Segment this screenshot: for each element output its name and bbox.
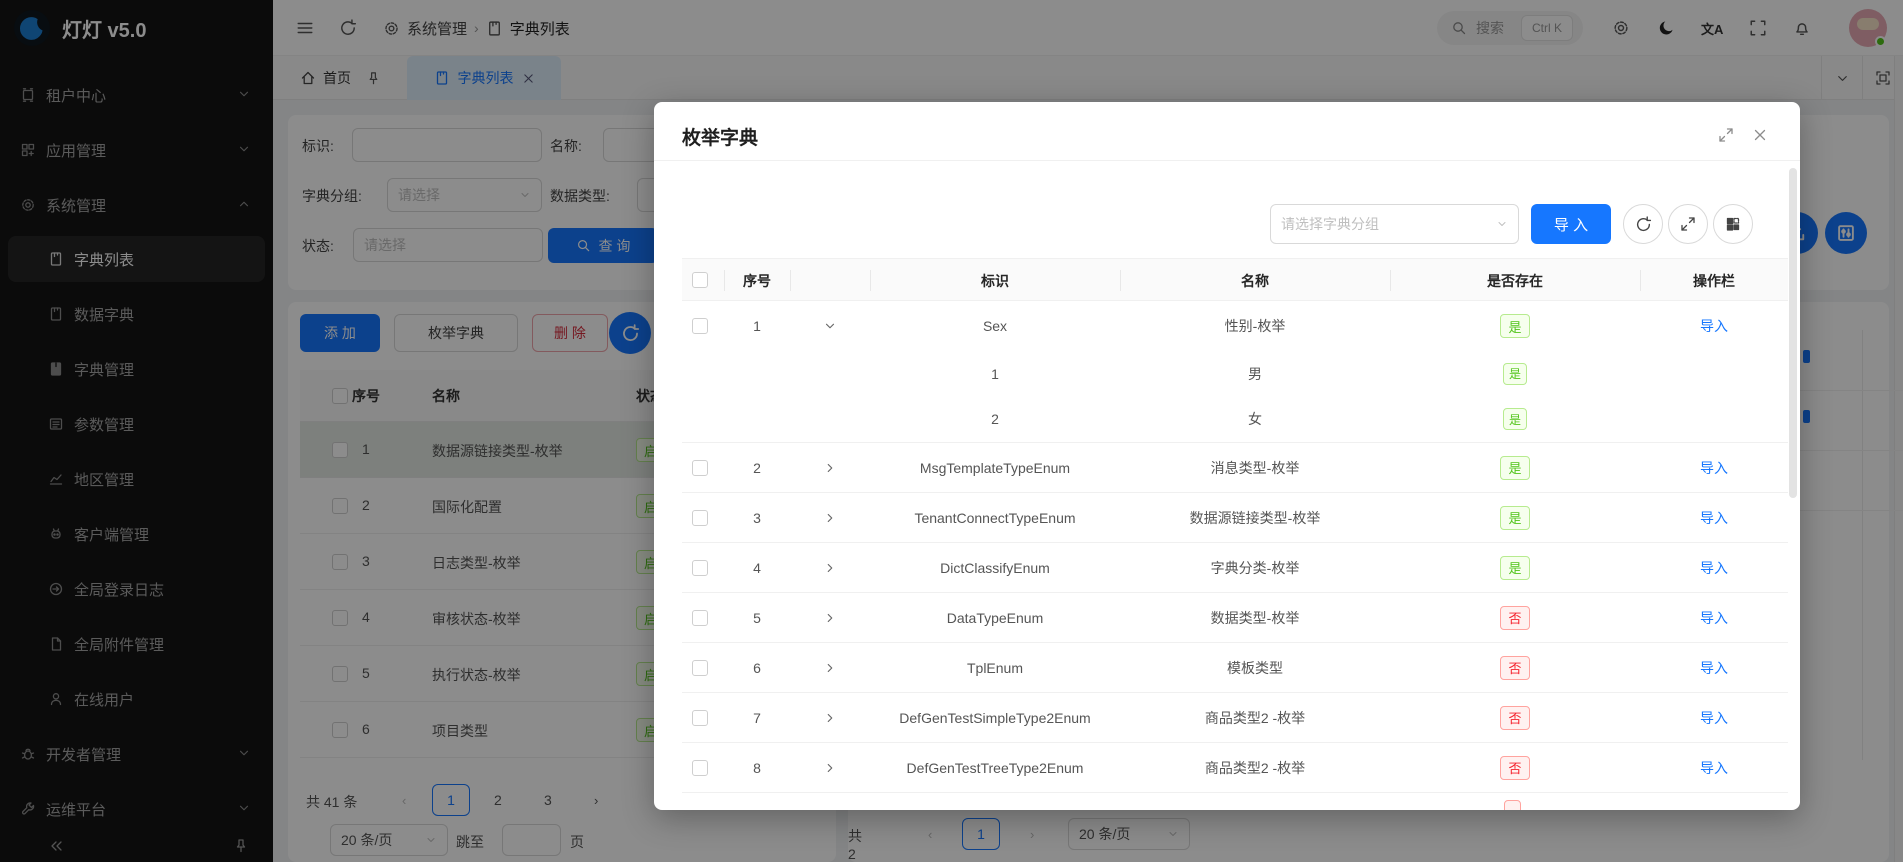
exists-badge bbox=[1504, 800, 1521, 810]
expand-row-control[interactable] bbox=[790, 443, 870, 492]
exists-badge: 否 bbox=[1500, 655, 1530, 680]
expand-row-control[interactable] bbox=[790, 643, 870, 692]
import-button[interactable]: 导 入 bbox=[1531, 204, 1611, 244]
col-exists: 是否存在 bbox=[1487, 272, 1543, 289]
exists-badge: 否 bbox=[1500, 605, 1530, 630]
table-row-partial bbox=[682, 793, 1788, 810]
row-import-link[interactable]: 导入 bbox=[1700, 558, 1728, 578]
table-row[interactable]: 2 MsgTemplateTypeEnum 消息类型-枚举 是 导入 bbox=[682, 443, 1788, 493]
modal-close-icon[interactable] bbox=[1752, 127, 1768, 143]
row-import-link[interactable]: 导入 bbox=[1700, 458, 1728, 478]
table-row[interactable]: 4 DictClassifyEnum 字典分类-枚举 是 导入 bbox=[682, 543, 1788, 593]
child-row: 2 女 是 bbox=[682, 396, 1788, 443]
enum-dict-modal: 枚举字典 请选择字典分组 导 入 序号 标识 名称 是否存在 操作栏 1 Sex… bbox=[654, 102, 1800, 810]
expand-icon bbox=[1680, 216, 1696, 232]
table-row[interactable]: 5 DataTypeEnum 数据类型-枚举 否 导入 bbox=[682, 593, 1788, 643]
col-no: 序号 bbox=[743, 272, 771, 289]
row-import-link[interactable]: 导入 bbox=[1700, 608, 1728, 628]
exists-badge: 否 bbox=[1500, 755, 1530, 780]
chevron-right-icon bbox=[823, 561, 837, 575]
row-checkbox[interactable] bbox=[692, 318, 708, 334]
row-import-link[interactable]: 导入 bbox=[1700, 758, 1728, 778]
row-import-link[interactable]: 导入 bbox=[1700, 508, 1728, 528]
expand-row-control[interactable] bbox=[790, 543, 870, 592]
exists-badge: 是 bbox=[1500, 455, 1530, 480]
collapse-row-control[interactable] bbox=[790, 301, 870, 351]
chevron-right-icon bbox=[823, 661, 837, 675]
app-window: 灯灯 v5.0 租户中心 应用管理 系统管理 字典列表 数据字典 字典管理 参数… bbox=[0, 0, 1903, 862]
modal-table-header: 序号 标识 名称 是否存在 操作栏 bbox=[682, 258, 1788, 301]
modal-select-all-checkbox[interactable] bbox=[692, 272, 708, 288]
table-row[interactable]: 3 TenantConnectTypeEnum 数据源链接类型-枚举 是 导入 bbox=[682, 493, 1788, 543]
table-row[interactable]: 6 TplEnum 模板类型 否 导入 bbox=[682, 643, 1788, 693]
modal-fullscreen-button[interactable] bbox=[1668, 204, 1708, 244]
exists-badge: 否 bbox=[1500, 705, 1530, 730]
table-row[interactable]: 1 Sex 性别-枚举 是 导入 bbox=[682, 301, 1788, 351]
row-import-link[interactable]: 导入 bbox=[1700, 316, 1728, 336]
row-checkbox[interactable] bbox=[692, 660, 708, 676]
chevron-right-icon bbox=[823, 711, 837, 725]
row-checkbox[interactable] bbox=[692, 510, 708, 526]
row-import-link[interactable]: 导入 bbox=[1700, 658, 1728, 678]
col-id: 标识 bbox=[981, 272, 1009, 289]
col-action: 操作栏 bbox=[1693, 272, 1735, 289]
modal-refresh-button[interactable] bbox=[1623, 204, 1663, 244]
modal-scrollbar-thumb[interactable] bbox=[1789, 168, 1797, 498]
chevron-down-icon bbox=[1496, 218, 1508, 230]
exists-badge: 是 bbox=[1500, 555, 1530, 580]
exists-badge: 是 bbox=[1502, 408, 1527, 430]
chevron-right-icon bbox=[823, 761, 837, 775]
table-row[interactable]: 8 DefGenTestTreeType2Enum 商品类型2 -枚举 否 导入 bbox=[682, 743, 1788, 793]
chevron-right-icon bbox=[823, 461, 837, 475]
exists-badge: 是 bbox=[1500, 505, 1530, 530]
chevron-down-icon bbox=[823, 319, 837, 333]
row-checkbox[interactable] bbox=[692, 460, 708, 476]
row-checkbox[interactable] bbox=[692, 710, 708, 726]
child-row: 1 男 是 bbox=[682, 351, 1788, 396]
modal-header-divider bbox=[654, 160, 1800, 161]
exists-badge: 是 bbox=[1502, 362, 1527, 385]
expand-row-control[interactable] bbox=[790, 493, 870, 542]
expand-row-control[interactable] bbox=[790, 693, 870, 742]
expand-row-control[interactable] bbox=[790, 743, 870, 792]
col-name: 名称 bbox=[1241, 272, 1269, 289]
modal-columns-button[interactable] bbox=[1713, 204, 1753, 244]
exists-badge: 是 bbox=[1500, 314, 1530, 338]
modal-title: 枚举字典 bbox=[682, 128, 759, 149]
refresh-icon bbox=[1635, 216, 1652, 233]
row-checkbox[interactable] bbox=[692, 610, 708, 626]
table-row[interactable]: 7 DefGenTestSimpleType2Enum 商品类型2 -枚举 否 … bbox=[682, 693, 1788, 743]
row-import-link[interactable]: 导入 bbox=[1700, 708, 1728, 728]
chevron-right-icon bbox=[823, 511, 837, 525]
chevron-right-icon bbox=[823, 611, 837, 625]
row-checkbox[interactable] bbox=[692, 760, 708, 776]
modal-group-select[interactable]: 请选择字典分组 bbox=[1270, 204, 1519, 244]
expand-row-control[interactable] bbox=[790, 593, 870, 642]
row-checkbox[interactable] bbox=[692, 560, 708, 576]
column-grid-icon bbox=[1725, 216, 1741, 232]
modal-expand-icon[interactable] bbox=[1718, 127, 1734, 143]
